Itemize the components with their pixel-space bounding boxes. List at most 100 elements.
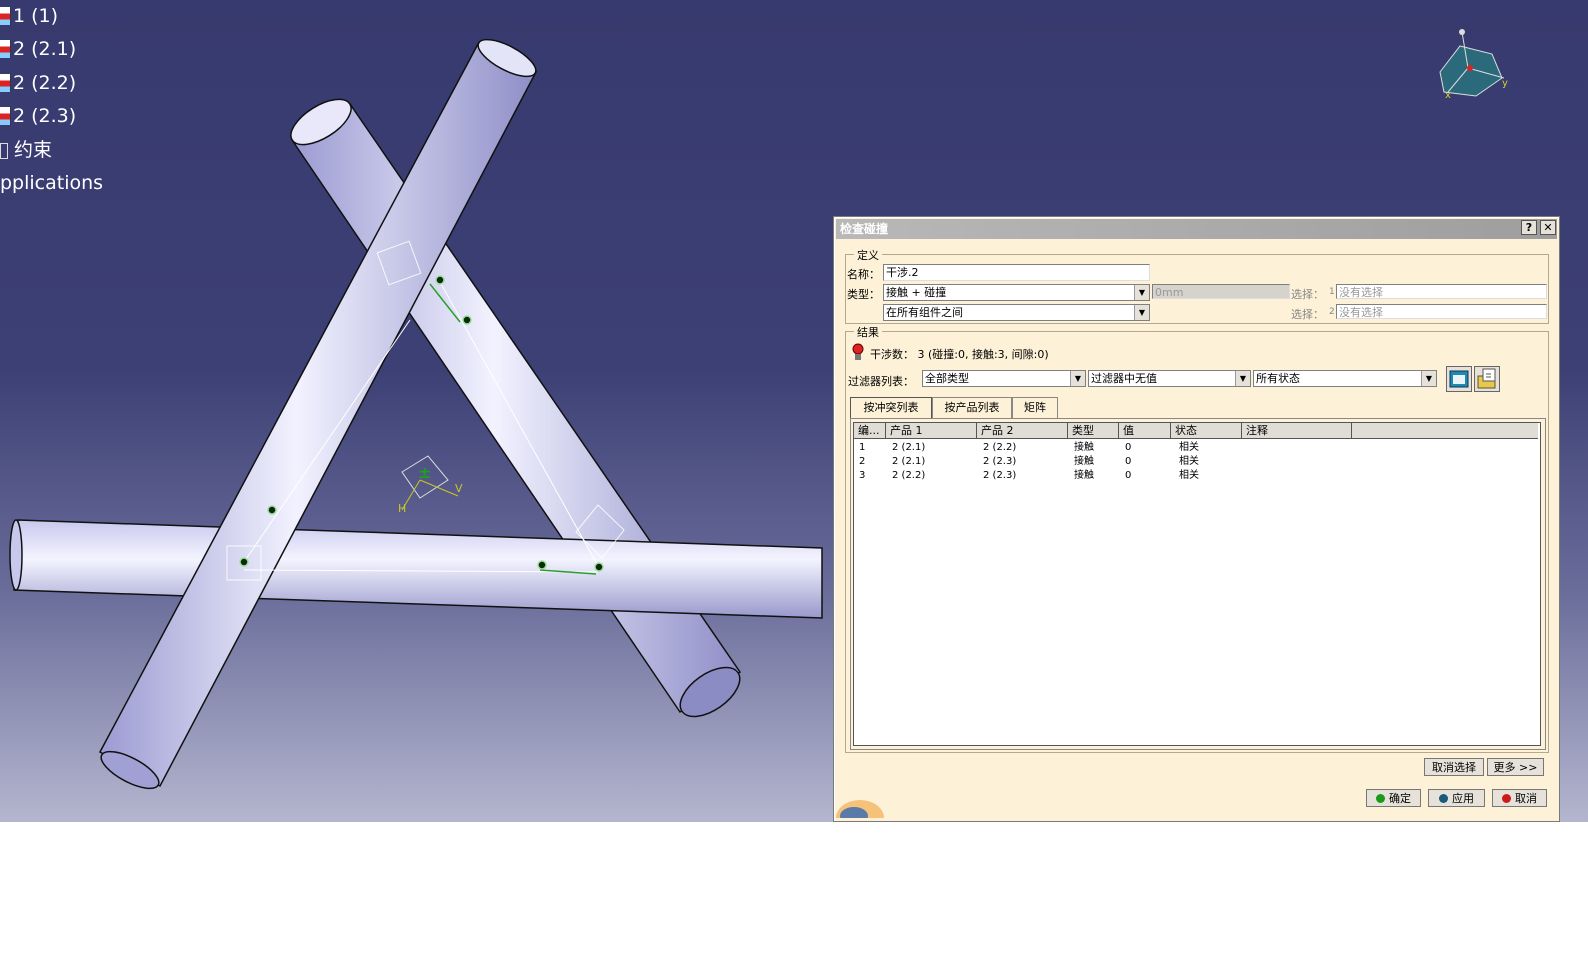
- cancel-button[interactable]: 取消: [1492, 789, 1547, 807]
- cell-value: 0: [1125, 442, 1132, 453]
- filter-value-select[interactable]: 过滤器中无值 ▼: [1088, 370, 1251, 387]
- scope-select[interactable]: 在所有组件之间 ▼: [883, 304, 1150, 321]
- tree-item-label: pplications: [0, 172, 104, 194]
- cancel-icon: [1502, 794, 1511, 803]
- tree-item-1[interactable]: 1 (1): [0, 3, 58, 29]
- apply-button[interactable]: 应用: [1428, 789, 1485, 807]
- interference-lamp-icon: [852, 343, 864, 360]
- cell-product-2: 2 (2.3): [983, 456, 1017, 467]
- tree-item-label: 约束: [14, 139, 53, 161]
- tab-by-product[interactable]: 按产品列表: [932, 397, 1012, 418]
- cell-product-1: 2 (2.1): [892, 456, 926, 467]
- cell-status: 相关: [1179, 470, 1199, 481]
- clearance-field: 0mm: [1152, 284, 1290, 299]
- cell-product-1: 2 (2.2): [892, 470, 926, 481]
- col-header-product-2[interactable]: 产品 2: [977, 423, 1068, 439]
- preview-window-icon: [1449, 370, 1469, 388]
- col-header-type[interactable]: 类型: [1068, 423, 1119, 439]
- name-field[interactable]: 干涉.2: [883, 264, 1150, 281]
- tab-by-conflict[interactable]: 按冲突列表: [850, 397, 932, 418]
- svg-text:V: V: [455, 482, 463, 495]
- selection-1-label: 选择：: [1291, 288, 1324, 301]
- tree-item-applications[interactable]: pplications: [0, 170, 103, 196]
- selection-2-field[interactable]: 没有选择: [1336, 304, 1547, 319]
- filter-type-value: 全部类型: [925, 372, 969, 385]
- col-header-product-1[interactable]: 产品 1: [886, 423, 977, 439]
- svg-text:H: H: [398, 502, 406, 515]
- product-icon: [0, 7, 11, 25]
- ok-button[interactable]: 确定: [1366, 789, 1421, 807]
- scope-select-value: 在所有组件之间: [886, 306, 963, 319]
- product-icon: [0, 40, 11, 58]
- svg-text:±: ±: [418, 463, 431, 482]
- cell-value: 0: [1125, 456, 1132, 467]
- selection-2-number: 2: [1329, 307, 1335, 317]
- chevron-down-icon[interactable]: ▼: [1134, 305, 1149, 320]
- filter-status-value: 所有状态: [1256, 372, 1300, 385]
- compass-icon[interactable]: x y: [1430, 26, 1514, 106]
- apply-icon: [1439, 794, 1448, 803]
- help-button[interactable]: ?: [1521, 220, 1537, 235]
- tree-item-label: 2 (2.2): [13, 72, 77, 94]
- filter-value-value: 过滤器中无值: [1091, 372, 1157, 385]
- cell-value: 0: [1125, 470, 1132, 481]
- cell-number: 3: [859, 470, 866, 481]
- cell-status: 相关: [1179, 456, 1199, 467]
- chevron-down-icon[interactable]: ▼: [1070, 371, 1085, 386]
- ok-icon: [1376, 794, 1385, 803]
- tree-item-2-2[interactable]: 2 (2.2): [0, 70, 76, 96]
- more-button[interactable]: 更多 >>: [1487, 758, 1544, 776]
- cell-status: 相关: [1179, 442, 1199, 453]
- cell-number: 2: [859, 456, 866, 467]
- tree-item-2-1[interactable]: 2 (2.1): [0, 36, 76, 62]
- selection-1-number: 1: [1329, 287, 1335, 297]
- chevron-down-icon[interactable]: ▼: [1235, 371, 1250, 386]
- name-label: 名称：: [847, 268, 880, 281]
- cell-product-2: 2 (2.3): [983, 470, 1017, 481]
- rod-2-2[interactable]: [9, 519, 823, 619]
- dialog-title: 检查碰撞: [840, 222, 889, 236]
- result-legend: 结果: [854, 324, 882, 340]
- cell-type: 接触: [1074, 456, 1094, 467]
- conflict-table[interactable]: 编... 产品 1 产品 2 类型 值 状态 注释 1 2 (2.1) 2 (2…: [853, 422, 1541, 746]
- product-icon: [0, 74, 11, 92]
- interference-summary: 干涉数： 3 (碰撞:0, 接触:3, 间隙:0): [870, 348, 1049, 361]
- col-header-status[interactable]: 状态: [1171, 423, 1242, 439]
- col-header-comment[interactable]: 注释: [1242, 423, 1352, 439]
- col-header-number[interactable]: 编...: [854, 423, 886, 439]
- preview-window-button[interactable]: [1446, 366, 1472, 392]
- filter-list-label: 过滤器列表：: [848, 375, 914, 388]
- dialog-titlebar[interactable]: 检查碰撞: [836, 219, 1557, 239]
- tree-item-label: 1 (1): [13, 5, 59, 27]
- product-icon: [0, 107, 11, 125]
- ok-label: 确定: [1389, 792, 1411, 805]
- cell-type: 接触: [1074, 442, 1094, 453]
- filter-type-select[interactable]: 全部类型 ▼: [922, 370, 1086, 387]
- close-button[interactable]: ✕: [1540, 220, 1556, 235]
- type-select-value: 接触 + 碰撞: [886, 286, 947, 299]
- apply-label: 应用: [1452, 792, 1474, 805]
- export-button[interactable]: [1474, 366, 1500, 392]
- result-tabs: 按冲突列表 按产品列表 矩阵: [850, 397, 1542, 419]
- col-header-value[interactable]: 值: [1119, 423, 1171, 439]
- tree-item-2-3[interactable]: 2 (2.3): [0, 103, 76, 129]
- selection-1-field[interactable]: 没有选择: [1336, 284, 1547, 299]
- deselect-button[interactable]: 取消选择: [1424, 758, 1484, 776]
- chevron-down-icon[interactable]: ▼: [1421, 371, 1436, 386]
- cancel-label: 取消: [1515, 792, 1537, 805]
- globe-icon: [836, 800, 884, 818]
- svg-text:y: y: [1502, 78, 1508, 89]
- cell-number: 1: [859, 442, 866, 453]
- tree-item-label: 2 (2.1): [13, 38, 77, 60]
- col-header-filler: [1352, 423, 1538, 439]
- svg-text:x: x: [1445, 90, 1451, 101]
- cell-product-1: 2 (2.1): [892, 442, 926, 453]
- type-select[interactable]: 接触 + 碰撞 ▼: [883, 284, 1150, 301]
- constraints-icon: [0, 143, 8, 159]
- tree-item-constraints[interactable]: 约束: [0, 137, 52, 163]
- definition-legend: 定义: [854, 247, 882, 263]
- filter-status-select[interactable]: 所有状态 ▼: [1253, 370, 1437, 387]
- chevron-down-icon[interactable]: ▼: [1134, 285, 1149, 300]
- axis-marker: H V ±: [398, 455, 463, 515]
- tab-matrix[interactable]: 矩阵: [1012, 397, 1058, 418]
